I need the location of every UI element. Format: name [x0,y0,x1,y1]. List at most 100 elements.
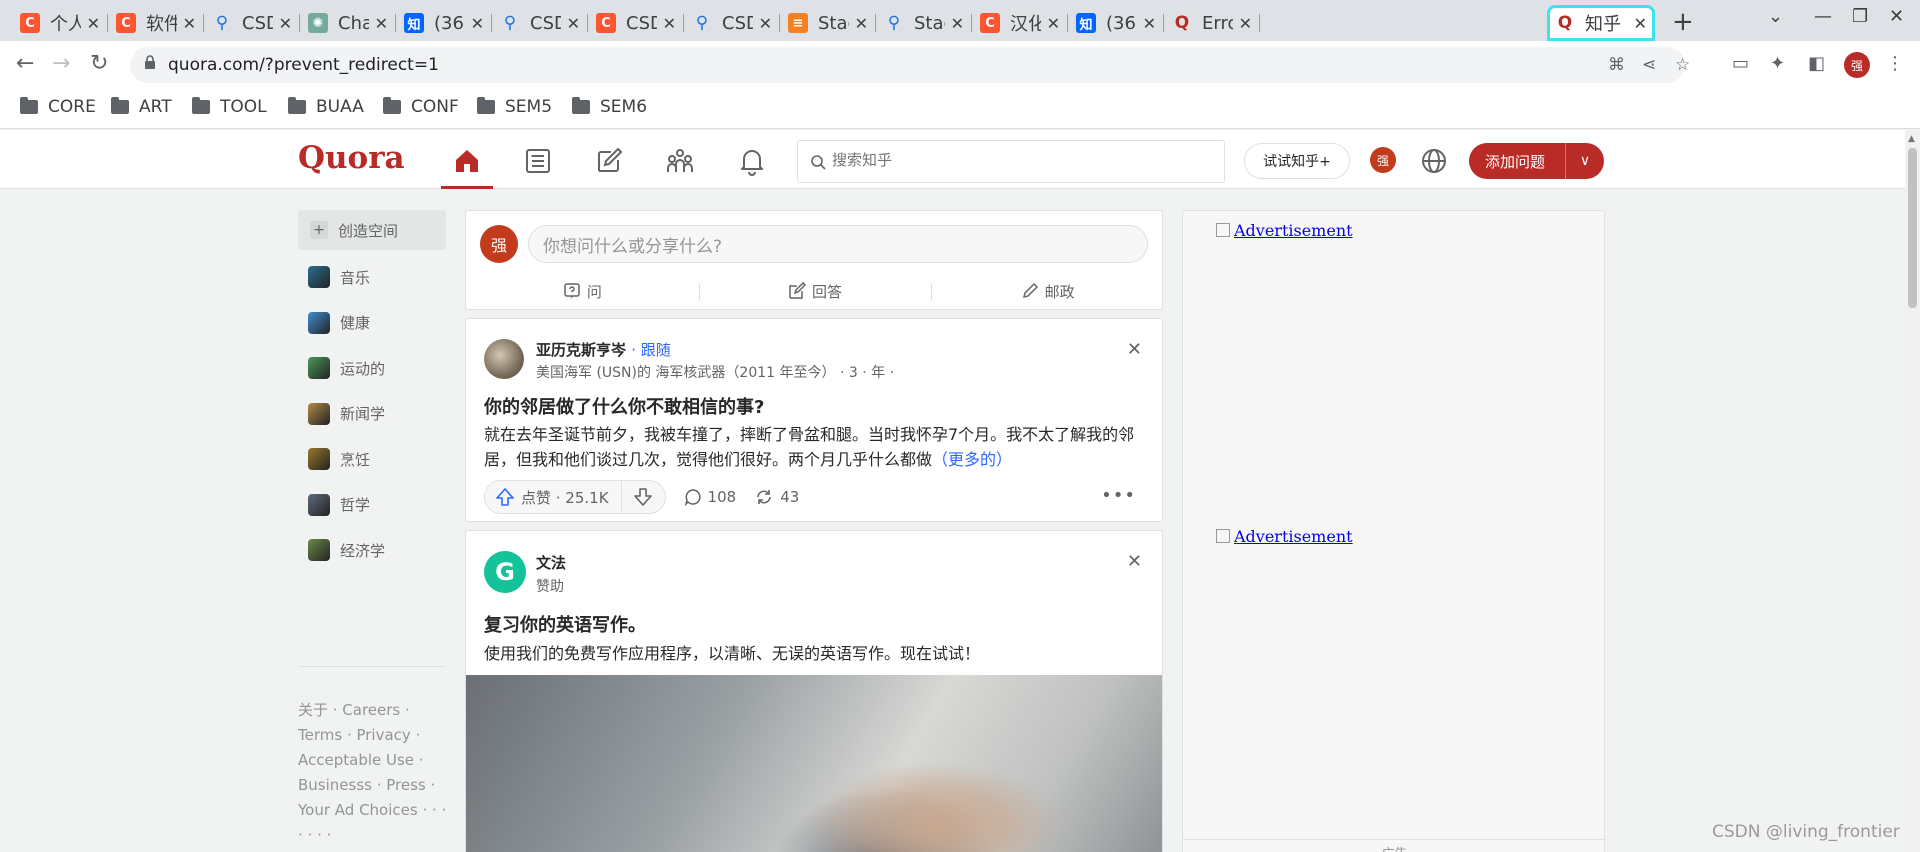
bookmark-folder[interactable]: BUAA [288,97,364,117]
sidebar-space-item[interactable]: 烹饪 [308,444,370,474]
tab-close-icon[interactable]: ✕ [87,14,100,33]
translate-icon[interactable]: ⌘ [1608,55,1625,75]
sponsor-name[interactable]: 文法 [536,552,566,573]
menu-dots-icon[interactable]: ⋮ [1886,53,1904,74]
ad-headline[interactable]: 复习你的英语写作。 [484,611,646,637]
sidebar-space-item[interactable]: 哲学 [308,490,370,520]
downvote-button[interactable] [621,480,666,514]
ad-photo-typing[interactable] [466,675,1162,852]
more-options-icon[interactable]: ••• [1101,485,1136,506]
tab-close-icon[interactable]: ✕ [1634,14,1647,33]
side-panel-icon[interactable]: ◧ [1808,53,1825,74]
answer-action-button[interactable]: 回答 [698,273,932,309]
tab-close-icon[interactable]: ✕ [855,14,868,33]
tab-close-icon[interactable]: ✕ [183,14,196,33]
follow-link[interactable]: · 跟随 [631,341,671,359]
following-feed-icon[interactable] [523,146,553,176]
browser-tab[interactable]: ✺ Chat ✕ [300,5,396,41]
advertisement-link[interactable]: Advertisement [1216,527,1353,546]
extensions-icon[interactable]: ✦ [1770,53,1785,74]
omnibox[interactable]: quora.com/?prevent_redirect=1 ⌘ ⋖ ☆ [130,47,1690,83]
chevron-down-icon[interactable]: ∨ [1566,153,1604,169]
tab-close-icon[interactable]: ✕ [279,14,292,33]
try-plus-button[interactable]: 试试知乎+ [1244,143,1350,179]
add-question-button[interactable]: 添加问题 ∨ [1469,143,1604,179]
ask-action-button[interactable]: 问 [466,273,699,309]
user-avatar[interactable]: 强 [1370,147,1396,173]
tab-close-icon[interactable]: ✕ [951,14,964,33]
forward-icon[interactable]: → [52,51,70,76]
home-icon[interactable] [452,146,482,176]
url-text[interactable]: quora.com/?prevent_redirect=1 [168,55,439,75]
tab-close-icon[interactable]: ✕ [1143,14,1156,33]
bookmark-folder[interactable]: SEM6 [572,97,647,117]
browser-tab[interactable]: C 汉化 ✕ [972,5,1068,41]
tab-close-icon[interactable]: ✕ [663,14,676,33]
tab-search-icon[interactable]: ▭ [1732,53,1749,74]
bookmark-folder[interactable]: SEM5 [477,97,552,117]
share-icon[interactable]: ⋖ [1642,55,1656,75]
composer-avatar[interactable]: 强 [480,225,518,263]
spaces-icon[interactable] [665,146,695,176]
share-button[interactable]: 43 [754,488,799,506]
footer-links-line[interactable]: Your Ad Choices · · · [298,798,450,823]
browser-tab[interactable]: C 软件 ✕ [108,5,204,41]
browser-tab[interactable]: 知 (36 ± ✕ [1068,5,1164,41]
tab-close-icon[interactable]: ✕ [375,14,388,33]
bookmark-folder[interactable]: ART [111,97,172,117]
tab-close-icon[interactable]: ✕ [759,14,772,33]
browser-tab[interactable]: Q Error ✕ [1164,5,1260,41]
new-tab-icon[interactable]: + [1672,7,1694,37]
page-scrollbar[interactable]: ▲ [1905,130,1920,852]
browser-tab[interactable]: ≡ Stack ✕ [780,5,876,41]
sidebar-space-item[interactable]: 经济学 [308,535,385,565]
question-title[interactable]: 你的邻居做了什么你不敢相信的事? [484,393,764,419]
tab-close-icon[interactable]: ✕ [1047,14,1060,33]
tab-close-icon[interactable]: ✕ [471,14,484,33]
author-name[interactable]: 亚历克斯亨岑 [536,341,626,359]
scroll-up-icon[interactable]: ▲ [1908,134,1915,144]
restore-icon[interactable]: ❐ [1852,6,1868,27]
active-tab[interactable]: Q 知乎 ✕ [1547,5,1655,41]
profile-avatar[interactable]: 强 [1844,52,1870,78]
search-box[interactable] [797,140,1225,183]
minimize-icon[interactable]: — [1814,6,1832,27]
tab-close-icon[interactable]: ✕ [567,14,580,33]
browser-tab[interactable]: ⚲ CSDN ✕ [204,5,300,41]
reload-icon[interactable]: ↻ [90,51,108,76]
bookmark-folder[interactable]: CONF [383,97,459,117]
quora-logo[interactable]: Quora [298,140,405,176]
tab-close-icon[interactable]: ✕ [1239,14,1252,33]
notifications-bell-icon[interactable] [737,146,767,176]
read-more-link[interactable]: （更多的） [932,450,1012,469]
browser-tab[interactable]: ⚲ CSDN ✕ [684,5,780,41]
browser-tab[interactable]: ⚲ Stack ✕ [876,5,972,41]
search-input[interactable] [832,151,1212,169]
create-space-button[interactable]: + 创造空间 [298,210,446,250]
sidebar-space-item[interactable]: 健康 [308,308,370,338]
post-action-button[interactable]: 邮政 [931,273,1162,309]
footer-links-line[interactable]: · · · · [298,823,450,848]
browser-tab[interactable]: 知 (36 ± ✕ [396,5,492,41]
answer-excerpt[interactable]: 就在去年圣诞节前夕，我被车撞了，摔断了骨盆和腿。当时我怀孕7个月。我不太了解我的… [484,422,1149,472]
bookmark-folder[interactable]: TOOL [192,97,267,117]
sidebar-space-item[interactable]: 运动的 [308,353,385,383]
author-avatar[interactable] [484,339,524,379]
sidebar-space-item[interactable]: 音乐 [308,262,370,292]
close-icon[interactable]: ✕ [1127,551,1142,572]
back-icon[interactable]: ← [16,51,34,76]
upvote-button[interactable]: 点赞 · 25.1K [484,480,622,514]
footer-links-line[interactable]: Businesss · Press · [298,773,450,798]
footer-links-line[interactable]: Acceptable Use · [298,748,450,773]
browser-tab[interactable]: C 个人 ✕ [12,5,108,41]
window-close-icon[interactable]: ✕ [1889,6,1904,27]
ad-text[interactable]: 使用我们的免费写作应用程序，以清晰、无误的英语写作。现在试试！ [484,641,1149,666]
close-icon[interactable]: ✕ [1127,339,1142,360]
tab-list-icon[interactable]: ⌄ [1768,6,1783,27]
browser-tab[interactable]: ⚲ CSDN ✕ [492,5,588,41]
answer-edit-icon[interactable] [594,146,624,176]
sidebar-space-item[interactable]: 新闻学 [308,399,385,429]
footer-links-line[interactable]: Terms · Privacy · [298,723,450,748]
bookmark-star-icon[interactable]: ☆ [1675,55,1690,75]
bookmark-folder[interactable]: CORE [20,97,96,117]
